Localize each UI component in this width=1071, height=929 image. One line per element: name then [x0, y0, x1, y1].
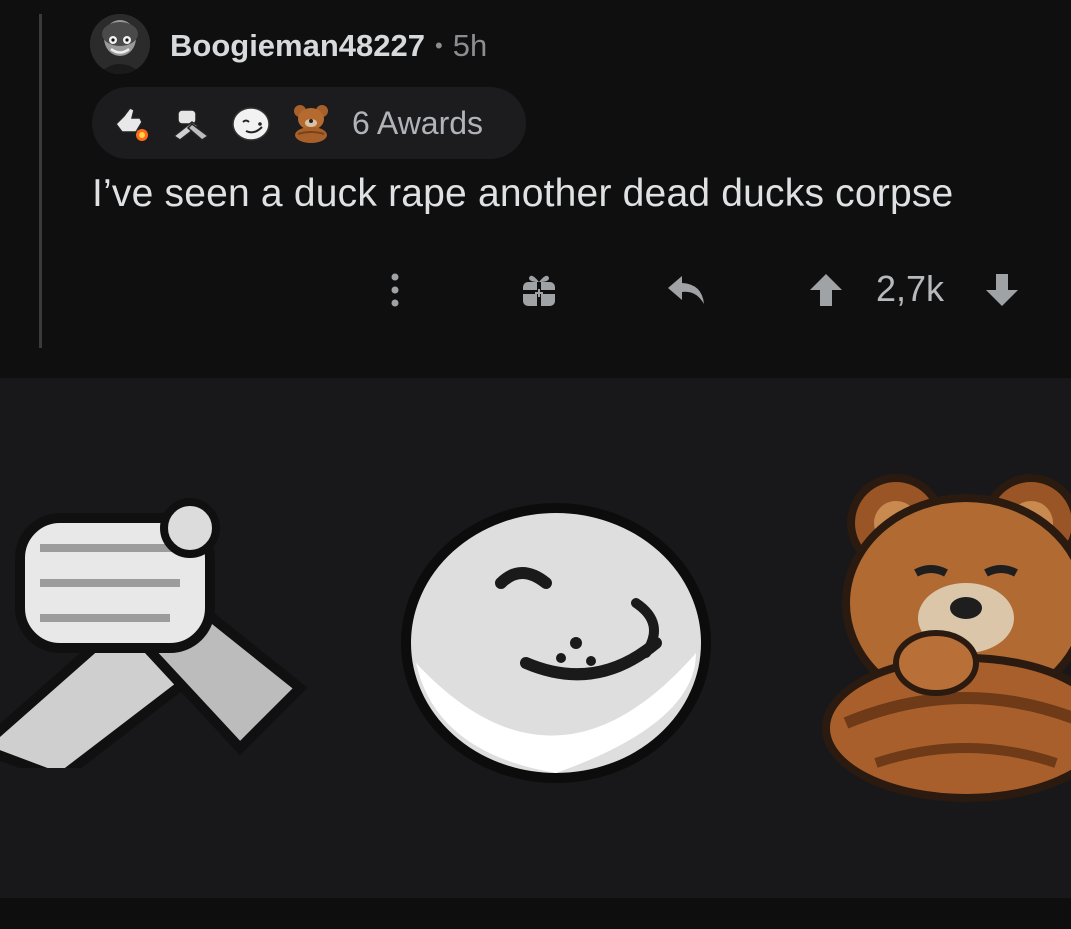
seal-award-icon: [396, 493, 716, 783]
upvote-icon: [808, 272, 844, 308]
downvote-button[interactable]: [982, 262, 1022, 318]
reply-button[interactable]: [662, 262, 710, 318]
avatar[interactable]: [90, 14, 150, 74]
bottom-strip: [0, 898, 1071, 929]
username[interactable]: Boogieman48227: [170, 28, 425, 64]
seal-award-icon: [230, 102, 272, 144]
timestamp: 5h: [452, 28, 488, 63]
bear-award-icon: [290, 102, 332, 144]
reply-icon: [664, 272, 708, 308]
comment: Boogieman48227 • 5h 6 Awards I’ve seen a…: [0, 0, 1071, 378]
vote-count: 2,7k: [876, 268, 945, 309]
gift-icon: [519, 270, 559, 310]
upvote-button[interactable]: [806, 262, 846, 318]
meta-separator: •: [435, 33, 443, 58]
more-vertical-icon: [390, 270, 400, 310]
comment-meta: Boogieman48227 • 5h: [170, 28, 487, 64]
enlarged-awards-image: [0, 378, 1071, 898]
bear-award-icon: [816, 473, 1071, 803]
thread-line[interactable]: [39, 14, 42, 348]
rocket-like-award-icon: [110, 102, 152, 144]
give-award-button[interactable]: [517, 262, 561, 318]
handshake-award-icon: [170, 102, 212, 144]
downvote-icon: [984, 272, 1020, 308]
comment-body: I’ve seen a duck rape another dead ducks…: [92, 172, 954, 215]
more-options-button[interactable]: [380, 262, 410, 318]
awards-pill[interactable]: 6 Awards: [92, 87, 526, 159]
handshake-award-icon: [0, 478, 310, 768]
awards-count: 6 Awards: [352, 104, 484, 141]
